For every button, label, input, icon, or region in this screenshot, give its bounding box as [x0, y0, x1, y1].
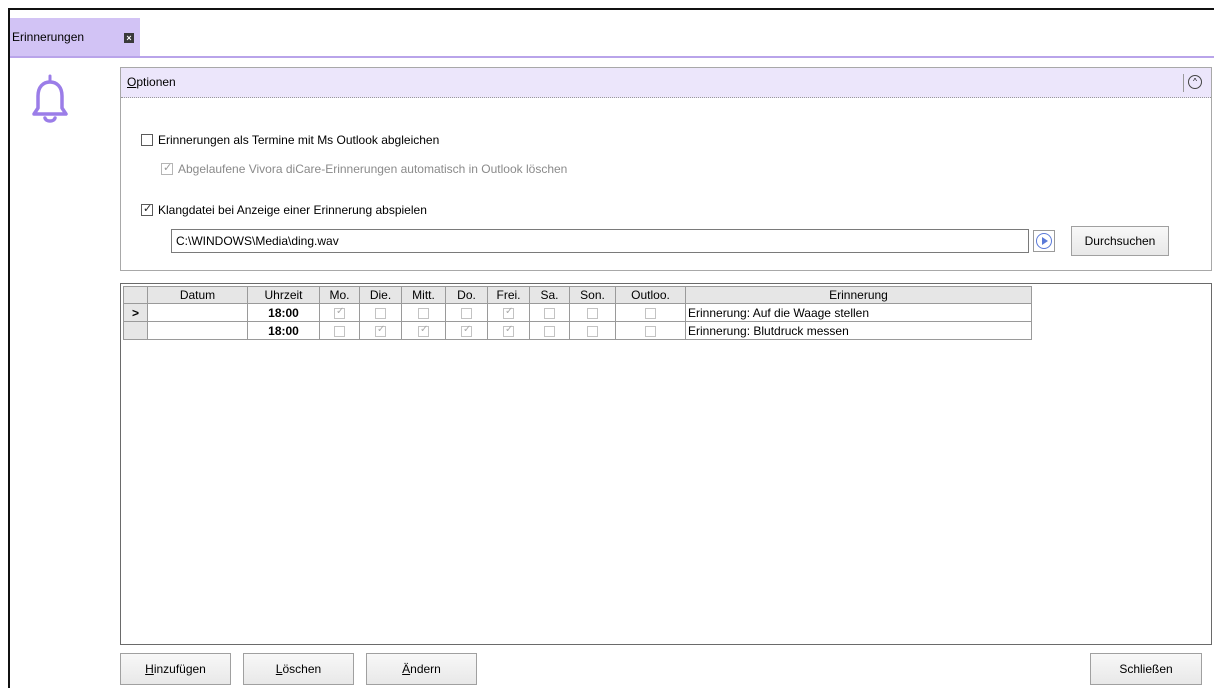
browse-button[interactable]: Durchsuchen	[1071, 226, 1169, 256]
table-header-row: Datum Uhrzeit Mo. Die. Mitt. Do. Frei. S…	[123, 286, 1032, 304]
reminders-grid: Datum Uhrzeit Mo. Die. Mitt. Do. Frei. S…	[120, 283, 1212, 645]
play-sound-option[interactable]: Klangdatei bei Anzeige einer Erinnerung …	[141, 202, 427, 217]
row-selector[interactable]: >	[123, 303, 148, 322]
day-checkbox[interactable]	[375, 324, 386, 337]
options-title: Optionen	[127, 75, 176, 89]
cell-erinnerung[interactable]: Erinnerung: Auf die Waage stellen	[685, 303, 1032, 322]
options-header[interactable]: Optionen ^	[121, 68, 1211, 98]
options-panel: Optionen ^ Erinnerungen als Termine mit …	[120, 67, 1212, 271]
day-checkbox[interactable]	[461, 307, 472, 319]
column-header[interactable]: Mitt.	[401, 286, 446, 304]
delete-button[interactable]: Löschen	[243, 653, 354, 685]
cell-datum[interactable]	[147, 303, 248, 322]
play-sound-button[interactable]	[1033, 230, 1055, 252]
column-header[interactable]: Outloo.	[615, 286, 686, 304]
column-header[interactable]: Do.	[445, 286, 488, 304]
auto-delete-option: Abgelaufene Vivora diCare-Erinnerungen a…	[161, 161, 568, 176]
play-icon	[1036, 233, 1052, 249]
table-row[interactable]: 18:00 Erinnerung: Blutdruck messen	[123, 321, 1032, 340]
cell-erinnerung[interactable]: Erinnerung: Blutdruck messen	[685, 321, 1032, 340]
day-checkbox[interactable]	[334, 325, 345, 337]
column-header[interactable]: Erinnerung	[685, 286, 1032, 304]
add-button[interactable]: Hinzufügen	[120, 653, 231, 685]
day-checkbox[interactable]	[587, 325, 598, 337]
tab-bar: Erinnerungen ×	[10, 10, 1214, 58]
column-header[interactable]: Sa.	[529, 286, 570, 304]
day-checkbox[interactable]	[418, 324, 429, 337]
day-checkbox[interactable]	[375, 307, 386, 319]
tab-label: Erinnerungen	[12, 30, 85, 44]
day-checkbox[interactable]	[544, 307, 555, 319]
outlook-sync-checkbox[interactable]	[141, 134, 153, 146]
outlook-checkbox[interactable]	[645, 325, 656, 337]
cell-uhrzeit[interactable]: 18:00	[247, 303, 320, 322]
outlook-checkbox[interactable]	[645, 307, 656, 319]
day-checkbox[interactable]	[503, 306, 514, 319]
collapse-button[interactable]: ^	[1183, 74, 1202, 92]
outlook-sync-label: Erinnerungen als Termine mit Ms Outlook …	[158, 133, 440, 147]
outlook-sync-option[interactable]: Erinnerungen als Termine mit Ms Outlook …	[141, 133, 439, 147]
column-header[interactable]: Datum	[147, 286, 248, 304]
sound-path-input[interactable]	[171, 229, 1029, 253]
day-checkbox[interactable]	[503, 324, 514, 337]
column-header[interactable]: Uhrzeit	[247, 286, 320, 304]
column-header[interactable]: Die.	[359, 286, 402, 304]
selector-header	[123, 286, 148, 304]
day-checkbox[interactable]	[334, 306, 345, 319]
play-sound-label: Klangdatei bei Anzeige einer Erinnerung …	[158, 203, 427, 217]
column-header[interactable]: Frei.	[487, 286, 530, 304]
reminders-table: Datum Uhrzeit Mo. Die. Mitt. Do. Frei. S…	[123, 286, 1032, 340]
column-header[interactable]: Mo.	[319, 286, 360, 304]
tab-erinnerungen[interactable]: Erinnerungen ×	[10, 18, 140, 56]
play-sound-checkbox[interactable]	[141, 202, 153, 216]
edit-button[interactable]: Ändern	[366, 653, 477, 685]
table-row[interactable]: > 18:00 Erinnerung: Auf die Waage stelle…	[123, 303, 1032, 322]
chevron-up-icon: ^	[1188, 75, 1202, 89]
close-button[interactable]: Schließen	[1090, 653, 1202, 685]
day-checkbox[interactable]	[461, 324, 472, 337]
auto-delete-label: Abgelaufene Vivora diCare-Erinnerungen a…	[178, 162, 568, 176]
cell-datum[interactable]	[147, 321, 248, 340]
window-frame: Erinnerungen × Optionen ^ Erinnerungen a…	[8, 8, 1214, 688]
cell-uhrzeit[interactable]: 18:00	[247, 321, 320, 340]
day-checkbox[interactable]	[418, 307, 429, 319]
day-checkbox[interactable]	[544, 325, 555, 337]
column-header[interactable]: Son.	[569, 286, 616, 304]
day-checkbox[interactable]	[587, 307, 598, 319]
row-selector[interactable]	[123, 321, 148, 340]
bell-icon	[32, 74, 68, 123]
close-icon[interactable]: ×	[124, 33, 134, 43]
auto-delete-checkbox	[161, 161, 173, 175]
